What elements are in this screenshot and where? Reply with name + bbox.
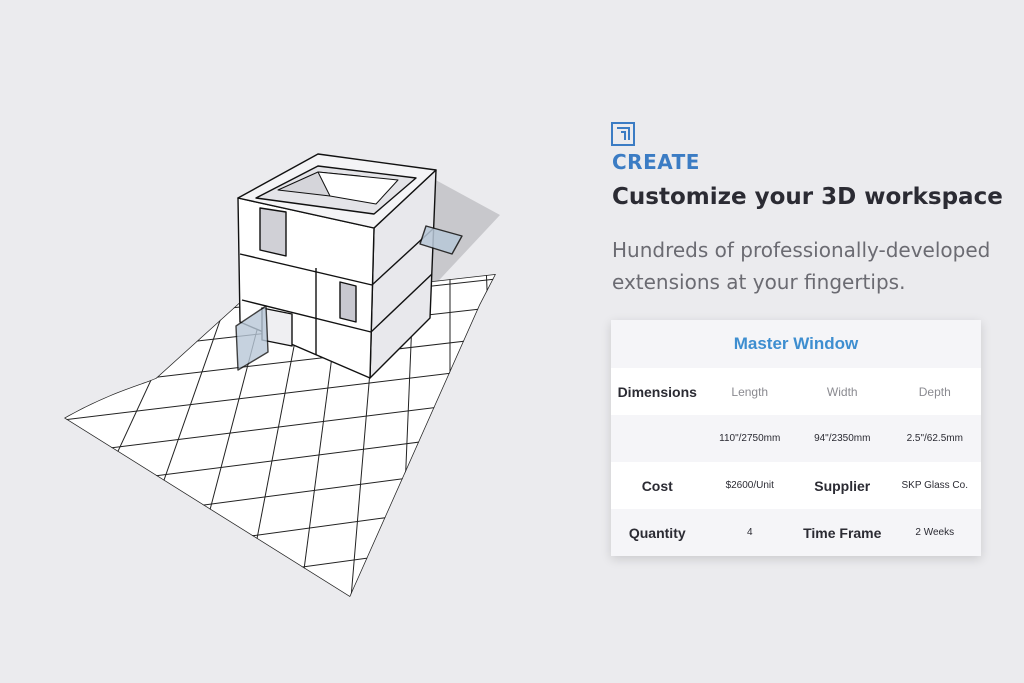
supplier-value: SKP Glass Co. xyxy=(901,480,968,491)
house-3d-model-illustration xyxy=(64,153,500,597)
section-label: CREATE xyxy=(612,150,700,174)
cost-row: Cost $2600/Unit Supplier SKP Glass Co. xyxy=(611,462,981,509)
depth-value: 2.5"/62.5mm xyxy=(906,433,963,444)
cost-label: Cost xyxy=(641,477,673,494)
quantity-label: Quantity xyxy=(628,524,686,541)
quantity-row: Quantity 4 Time Frame 2 Weeks xyxy=(611,509,981,556)
quantity-value: 4 xyxy=(746,527,753,538)
spec-card: Master Window Dimensions Length Width De… xyxy=(611,320,981,556)
length-value: 110"/2750mm xyxy=(719,433,781,444)
timeframe-label: Time Frame xyxy=(803,524,882,541)
dimensions-label: Dimensions xyxy=(617,383,697,400)
subtext: Hundreds of professionally-developed ext… xyxy=(612,238,991,294)
width-header: Width xyxy=(826,384,858,399)
headline: Customize your 3D workspace xyxy=(612,184,1003,210)
blueprint-icon xyxy=(611,122,635,146)
dimensions-row: Dimensions Length Width Depth xyxy=(611,368,981,415)
depth-header: Depth xyxy=(918,384,951,399)
length-header: Length xyxy=(731,384,769,399)
dimension-values-row: 110"/2750mm 94"/2350mm 2.5"/62.5mm xyxy=(611,415,981,462)
timeframe-value: 2 Weeks xyxy=(915,527,955,538)
cost-value: $2600/Unit xyxy=(725,480,774,491)
card-title: Master Window xyxy=(611,320,981,368)
upper-window xyxy=(259,207,287,257)
supplier-label: Supplier xyxy=(814,477,871,494)
width-value: 94"/2350mm xyxy=(814,433,871,444)
middle-window xyxy=(339,281,357,323)
